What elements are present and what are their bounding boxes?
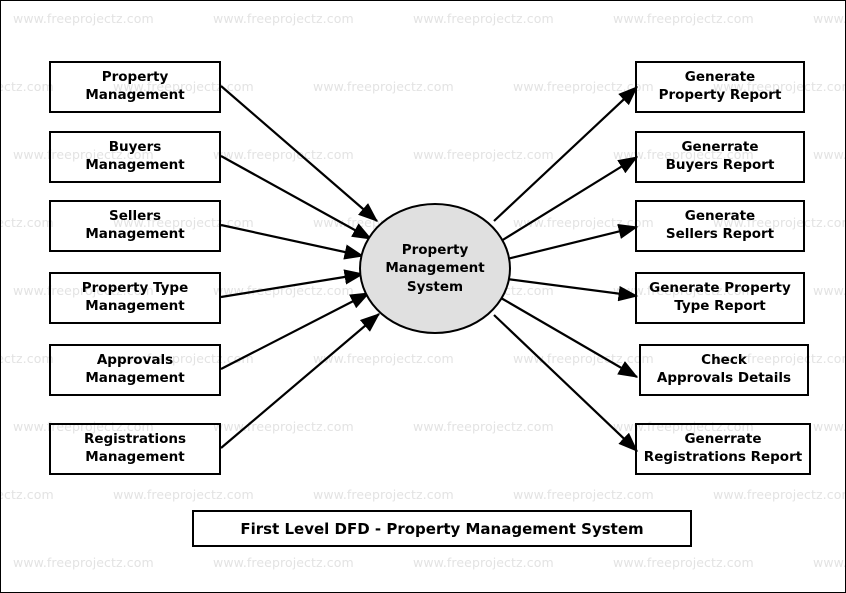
process-label-line2: Management	[385, 260, 485, 277]
entity-label-line1: Check	[701, 352, 747, 369]
entity-generate-property-report-label: Generate Property Report	[655, 69, 786, 105]
entity-label-line1: Sellers	[109, 208, 161, 225]
flow-approvals-management-to-process	[220, 292, 371, 370]
entity-label-line2: Management	[85, 157, 185, 173]
entity-check-approvals-details-label: Check Approvals Details	[653, 352, 795, 388]
entity-label-line1: Generate	[684, 69, 756, 86]
entity-generate-registrations-report[interactable]: Generrate Registrations Report	[635, 423, 811, 475]
entity-label-line2: Sellers Report	[665, 226, 775, 242]
entity-sellers-management[interactable]: Sellers Management	[49, 200, 221, 252]
entity-label-line2: Management	[85, 449, 185, 465]
entity-registrations-management-label: Registrations Management	[80, 431, 190, 467]
entity-approvals-management-label: Approvals Management	[81, 352, 188, 388]
process-label-line3: System	[406, 278, 464, 295]
entity-buyers-management[interactable]: Buyers Management	[49, 131, 221, 183]
entity-label-line2: Property Report	[658, 87, 782, 103]
entity-property-type-management-label: Property Type Management	[78, 280, 192, 316]
entity-registrations-management[interactable]: Registrations Management	[49, 423, 221, 475]
entity-label-line2: Registrations Report	[643, 449, 803, 465]
entity-generate-buyers-report[interactable]: Generrate Buyers Report	[635, 131, 805, 183]
diagram-title-box: First Level DFD - Property Management Sy…	[192, 510, 692, 547]
entity-property-management-label: Property Management	[81, 69, 188, 105]
entity-label-line2: Buyers Report	[665, 157, 775, 173]
entity-label-line1: Generate	[684, 208, 756, 225]
entity-label-line2: Type Report	[674, 298, 766, 314]
entity-generate-sellers-report[interactable]: Generate Sellers Report	[635, 200, 805, 252]
entity-label-line1: Property Type	[81, 280, 189, 297]
entity-label-line2: Approvals Details	[656, 370, 792, 386]
flow-process-to-generate-buyers-report	[500, 156, 639, 242]
process-label-line1: Property	[401, 241, 469, 258]
flow-property-management-to-process	[220, 85, 378, 222]
flow-process-to-check-approvals-details	[500, 297, 639, 378]
entity-approvals-management[interactable]: Approvals Management	[49, 344, 221, 396]
entity-sellers-management-label: Sellers Management	[81, 208, 188, 244]
process-property-management-system[interactable]: Property Management System	[359, 203, 511, 334]
entity-label-line1: Generrate	[684, 431, 762, 448]
entity-generate-buyers-report-label: Generrate Buyers Report	[662, 139, 779, 175]
entity-property-management[interactable]: Property Management	[49, 61, 221, 113]
entity-generate-sellers-report-label: Generate Sellers Report	[662, 208, 778, 244]
entity-label-line1: Registrations	[83, 431, 187, 448]
entity-property-type-management[interactable]: Property Type Management	[49, 272, 221, 324]
process-label: Property Management System	[385, 241, 484, 297]
entity-label-line1: Property	[101, 69, 169, 86]
entity-label-line1: Buyers	[108, 139, 162, 156]
entity-generate-property-type-report-label: Generate Property Type Report	[645, 280, 795, 316]
entity-label-line1: Generrate	[681, 139, 759, 156]
entity-label-line1: Approvals	[96, 352, 174, 369]
entity-check-approvals-details[interactable]: Check Approvals Details	[639, 344, 809, 396]
entity-label-line2: Management	[85, 370, 185, 386]
entity-label-line2: Management	[85, 87, 185, 103]
flow-sellers-management-to-process	[220, 223, 365, 260]
dfd-diagram-canvas: www.freeprojectz.com www.freeprojectz.com…	[0, 0, 846, 593]
entity-label-line2: Management	[85, 298, 185, 314]
flow-process-to-generate-sellers-report	[506, 223, 639, 261]
diagram-title: First Level DFD - Property Management Sy…	[240, 519, 644, 538]
flow-process-to-generate-property-type-report	[506, 277, 639, 302]
entity-generate-registrations-report-label: Generrate Registrations Report	[640, 431, 806, 467]
entity-generate-property-report[interactable]: Generate Property Report	[635, 61, 805, 113]
entity-label-line1: Generate Property	[649, 280, 791, 297]
entity-generate-property-type-report[interactable]: Generate Property Type Report	[635, 272, 805, 324]
flow-registrations-management-to-process	[220, 313, 381, 449]
flow-property-type-management-to-process	[220, 269, 365, 299]
entity-buyers-management-label: Buyers Management	[81, 139, 188, 175]
entity-label-line2: Management	[85, 226, 185, 242]
